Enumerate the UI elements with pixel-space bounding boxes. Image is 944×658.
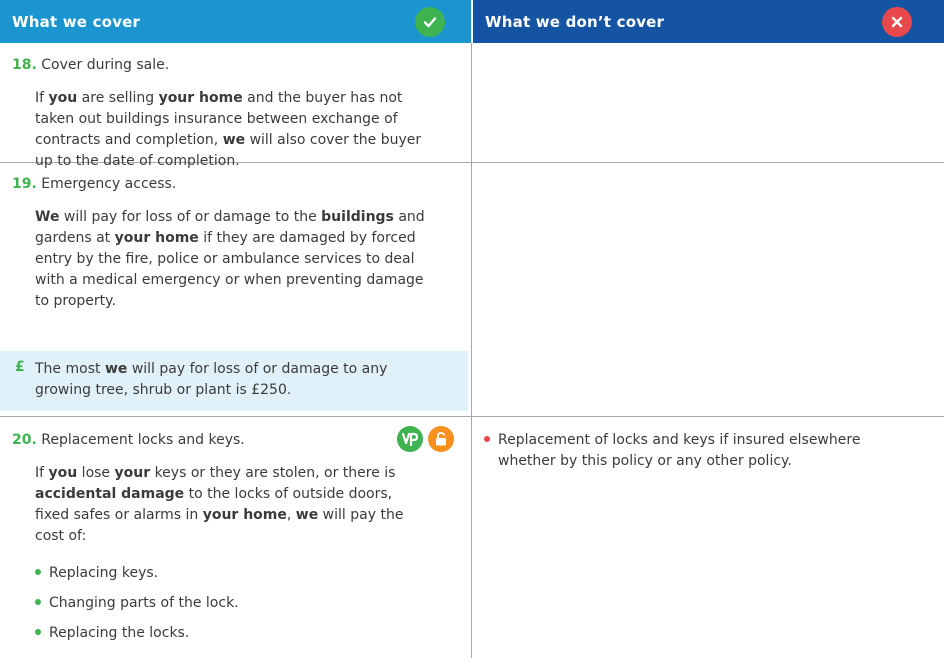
row-20-body: If you lose your keys or they are stolen… [35, 465, 404, 544]
row-number: 18. [12, 57, 37, 73]
row-title: Emergency access. [41, 176, 177, 192]
row-18-heading: 18. Cover during sale. [12, 55, 169, 76]
row-20-exclusion: Replacement of locks and keys if insured… [484, 430, 934, 472]
limit-text: The most we will pay for loss of or dama… [35, 361, 388, 398]
row-18-body: If you are selling your home and the buy… [35, 90, 422, 169]
row-19-body: We will pay for loss of or damage to the… [35, 209, 425, 309]
what-we-dont-cover-header: What we don’t cover [473, 0, 944, 43]
padlock-icon [428, 426, 454, 452]
bullet-icon [35, 629, 41, 635]
row-separator [0, 416, 944, 417]
what-we-cover-header: What we cover [0, 0, 471, 43]
row-20-heading: 20. Replacement locks and keys. [12, 430, 245, 451]
row-number: 20. [12, 432, 37, 448]
bullet-icon [35, 599, 41, 605]
row-title: Cover during sale. [41, 57, 170, 73]
what-we-dont-cover-title: What we don’t cover [485, 12, 665, 31]
list-item: Replacing keys. [35, 563, 158, 584]
limit-box: £ The most we will pay for loss of or da… [0, 351, 468, 411]
what-we-cover-title: What we cover [12, 12, 141, 31]
bullet-icon [484, 436, 490, 442]
list-item: Changing parts of the lock. [35, 593, 239, 614]
column-divider [471, 43, 472, 658]
cross-icon [882, 7, 912, 37]
vp-icon [397, 426, 423, 452]
bullet-icon [35, 569, 41, 575]
policy-cover-table: What we cover What we don’t cover 18. Co… [0, 0, 944, 658]
row-19-heading: 19. Emergency access. [12, 174, 176, 195]
pound-icon: £ [15, 359, 25, 375]
row-number: 19. [12, 176, 37, 192]
list-item: Replacing the locks. [35, 623, 189, 644]
check-icon [415, 7, 445, 37]
row-title: Replacement locks and keys. [41, 432, 245, 448]
